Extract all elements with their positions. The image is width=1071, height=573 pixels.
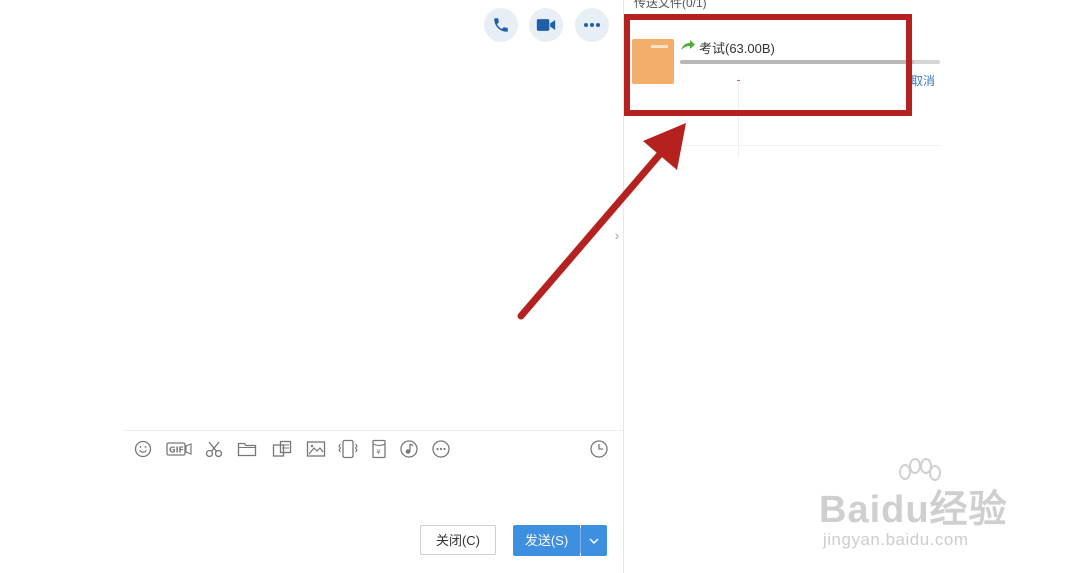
send-button[interactable]: 发送(S): [513, 525, 580, 556]
shake-icon: [338, 439, 358, 459]
scissors-icon: [205, 441, 223, 458]
watermark-url: jingyan.baidu.com: [823, 530, 969, 549]
music-icon: [400, 440, 418, 458]
send-image-button[interactable]: [305, 438, 327, 460]
close-button[interactable]: 关闭(C): [420, 525, 496, 555]
emoji-icon: [134, 440, 152, 458]
send-options-dropdown[interactable]: [581, 525, 607, 556]
message-history-button[interactable]: [588, 438, 610, 460]
gif-button[interactable]: GIF: [166, 438, 192, 460]
history-clock-icon: [590, 440, 608, 458]
screen-capture-button[interactable]: [271, 438, 293, 460]
svg-text:¥: ¥: [376, 448, 381, 456]
watermark-brand: Baidu经验: [819, 489, 1008, 531]
gif-icon: GIF: [166, 442, 192, 456]
more-tools-button[interactable]: [430, 438, 452, 460]
red-packet-icon: ¥: [372, 439, 386, 459]
chevron-down-icon: [589, 537, 599, 544]
screenshot-icon: [272, 440, 292, 457]
baidu-watermark: Baidu经验 jingyan.baidu.com: [815, 458, 1035, 558]
toolbar-separator: [123, 430, 623, 431]
send-file-button[interactable]: [236, 438, 258, 460]
screenshot-cut-button[interactable]: [203, 438, 225, 460]
image-icon: [306, 441, 326, 457]
svg-text:GIF: GIF: [169, 446, 184, 455]
folder-icon: [237, 442, 257, 457]
emoji-button[interactable]: [132, 438, 154, 460]
more-icon: [432, 440, 450, 458]
red-packet-button[interactable]: ¥: [368, 438, 390, 460]
window-shake-button[interactable]: [337, 438, 359, 460]
music-button[interactable]: [398, 438, 420, 460]
